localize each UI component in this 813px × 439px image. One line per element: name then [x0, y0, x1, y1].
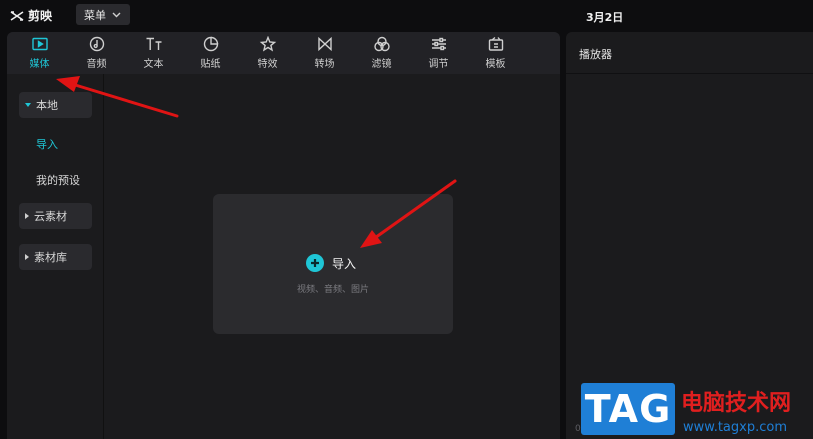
tab-sticker[interactable]: 贴纸 [182, 32, 239, 74]
app-name: 剪映 [28, 9, 53, 23]
caret-down-icon [25, 103, 31, 107]
tab-label: 滤镜 [371, 59, 392, 70]
tab-template[interactable]: 模板 [467, 32, 524, 74]
capcut-logo-icon [10, 10, 24, 21]
tab-audio[interactable]: 音频 [68, 32, 125, 74]
plus-icon [306, 254, 324, 272]
sidebar-item-label: 云素材 [34, 210, 67, 223]
tab-label: 音频 [86, 59, 107, 70]
sidebar-item-presets[interactable]: 我的预设 [36, 172, 80, 188]
sidebar-item-import[interactable]: 导入 [36, 136, 58, 152]
template-icon [488, 36, 503, 51]
tab-text[interactable]: 文本 [125, 32, 182, 74]
media-icon [31, 37, 48, 51]
sidebar-item-cloud[interactable]: 云素材 [19, 203, 92, 229]
text-icon [146, 37, 161, 50]
tab-label: 特效 [257, 59, 278, 70]
tab-effects[interactable]: 特效 [239, 32, 296, 74]
media-sidebar: 本地 导入 我的预设 云素材 素材库 [7, 74, 104, 439]
feature-toolbar: 媒体 音频 文本 贴纸 特效 转场 滤镜 调节 模板 [7, 32, 560, 74]
player-title: 播放器 [579, 48, 612, 61]
tab-label: 转场 [314, 59, 335, 70]
player-header: 播放器 [566, 32, 813, 74]
import-hint: 视频、音频、图片 [296, 285, 369, 295]
tab-filter[interactable]: 滤镜 [353, 32, 410, 74]
sidebar-item-library[interactable]: 素材库 [19, 244, 92, 270]
tab-transition[interactable]: 转场 [296, 32, 353, 74]
tab-label: 调节 [428, 59, 449, 70]
import-dropzone[interactable]: 导入 视频、音频、图片 [213, 194, 453, 334]
effects-icon [259, 36, 276, 52]
audio-icon [89, 36, 104, 52]
watermark-logo-text: TAG [584, 387, 672, 431]
media-content-area: 导入 视频、音频、图片 [105, 74, 560, 439]
filter-icon [373, 36, 390, 52]
tab-label: 文本 [143, 59, 164, 70]
project-date: 3月2日 [586, 11, 624, 24]
watermark-url: www.tagxp.com [683, 420, 787, 435]
tab-label: 模板 [485, 59, 506, 70]
watermark-logo: TAG [581, 383, 675, 435]
watermark-site-name: 电脑技术网 [681, 391, 792, 416]
menu-label: 菜单 [84, 8, 106, 22]
adjust-icon [431, 37, 446, 51]
tab-adjust[interactable]: 调节 [410, 32, 467, 74]
caret-right-icon [25, 213, 29, 219]
sticker-icon [203, 36, 218, 52]
import-button[interactable]: 导入 [306, 254, 356, 272]
chevron-down-icon [112, 12, 121, 17]
app-logo: 剪映 [10, 7, 52, 24]
media-panel: 媒体 音频 文本 贴纸 特效 转场 滤镜 调节 模板 本地 导入 我的预设 云素… [7, 32, 560, 439]
tab-media[interactable]: 媒体 [11, 32, 68, 74]
sidebar-item-local[interactable]: 本地 [19, 92, 92, 118]
import-button-label: 导入 [332, 256, 357, 271]
player-panel: 播放器 00 [566, 32, 813, 439]
title-bar: 剪映 菜单 3月2日 [0, 0, 813, 30]
sidebar-item-label: 本地 [36, 99, 58, 112]
menu-button[interactable]: 菜单 [76, 4, 130, 25]
site-watermark: TAG 电脑技术网 www.tagxp.com [581, 383, 813, 439]
tab-label: 贴纸 [200, 59, 221, 70]
tab-label: 媒体 [29, 59, 50, 70]
caret-right-icon [25, 254, 29, 260]
sidebar-item-label: 素材库 [34, 251, 67, 264]
transition-icon [317, 36, 332, 52]
